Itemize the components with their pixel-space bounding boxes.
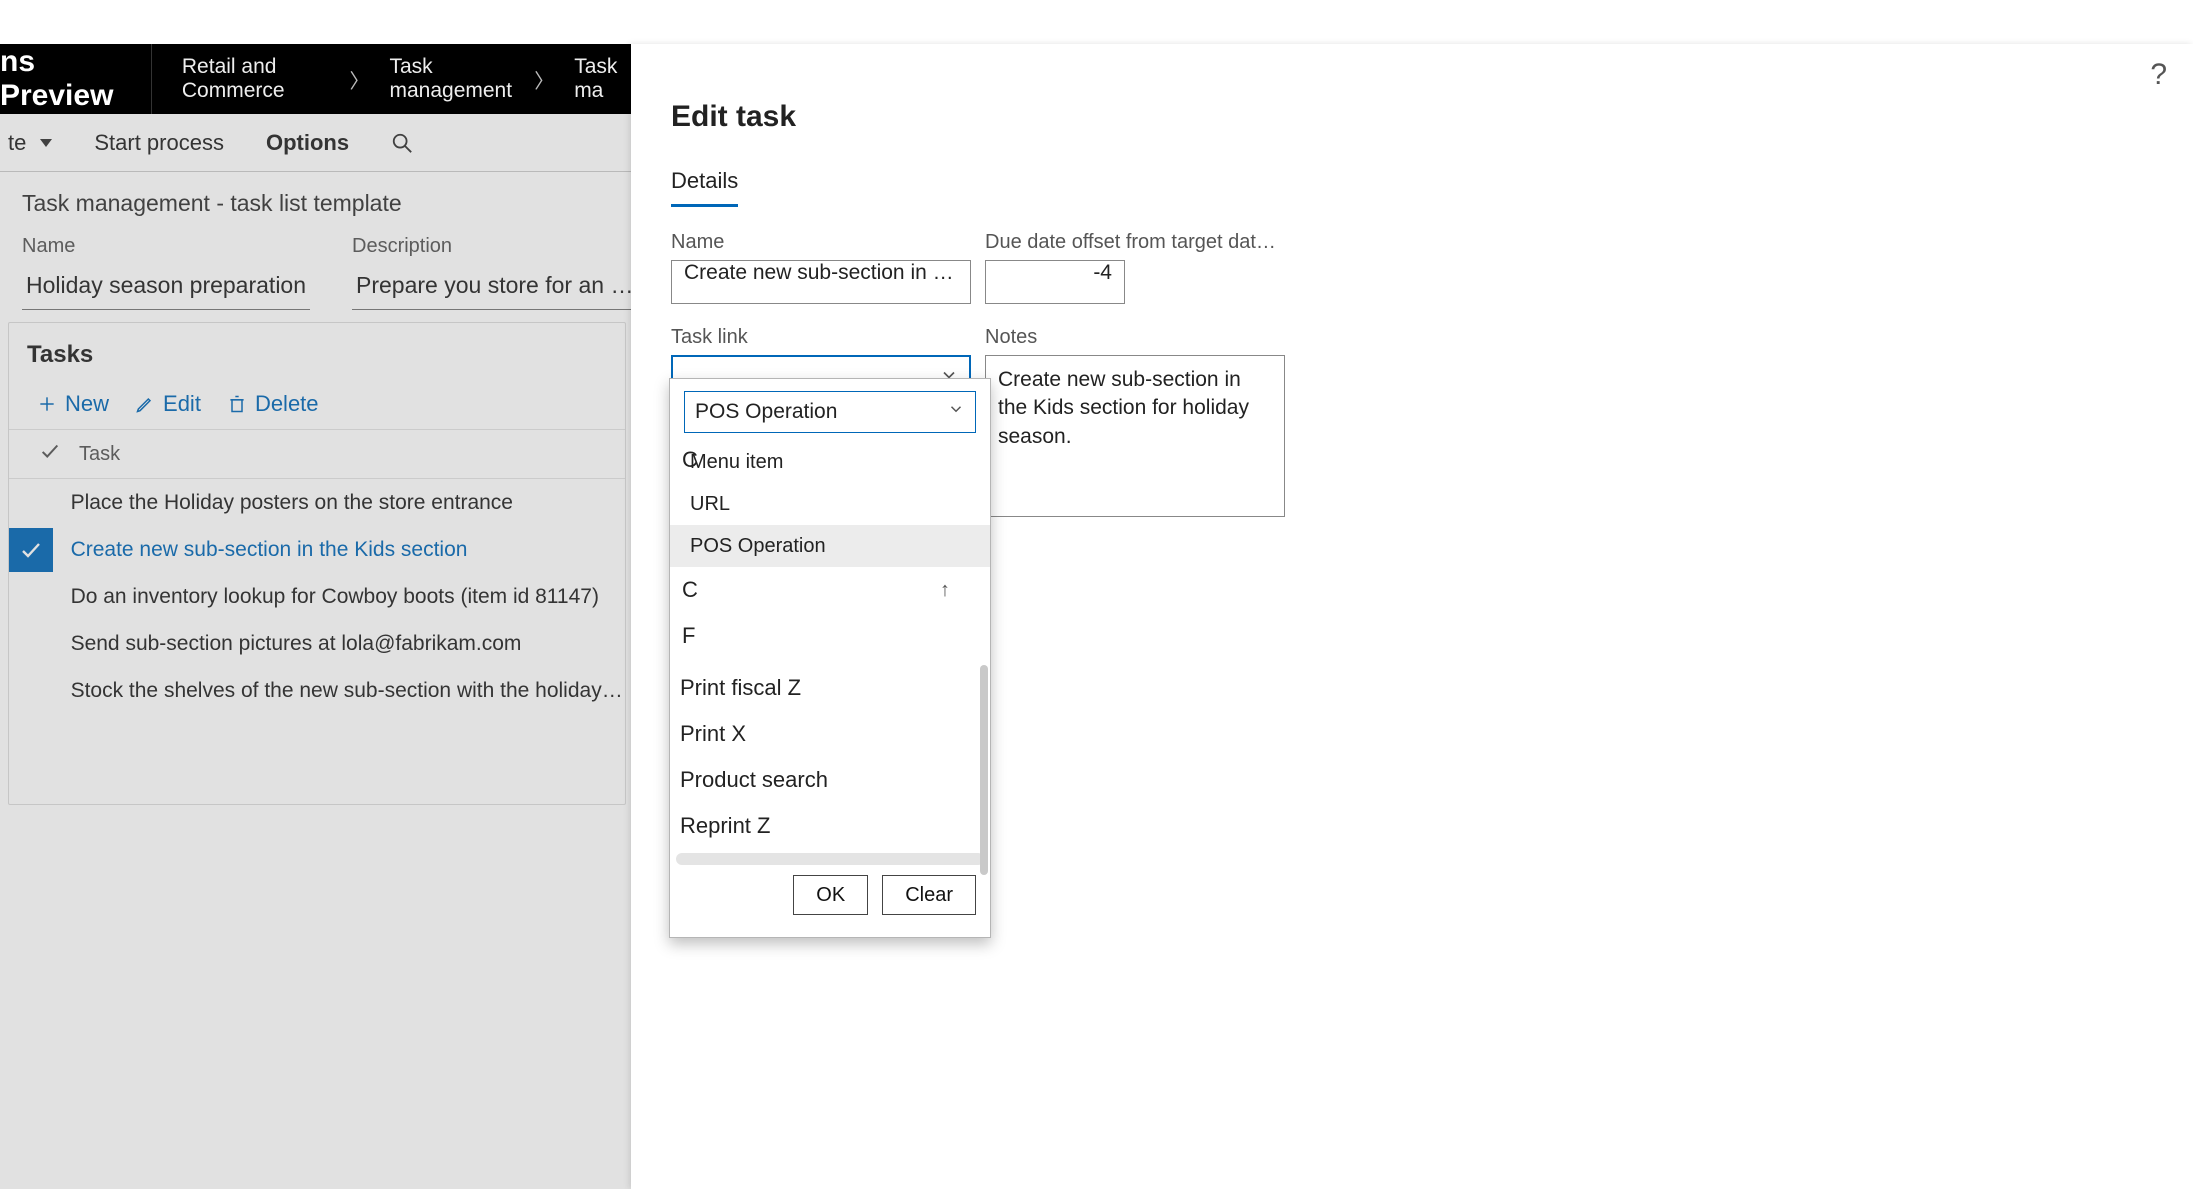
operation-option[interactable]: Reprint Z [670, 803, 990, 849]
panel-title: Edit task [671, 100, 2193, 134]
row-peek: F [682, 623, 695, 649]
options-button[interactable]: Options [258, 124, 357, 162]
link-type-option[interactable]: URL [670, 483, 990, 525]
operation-list: C F ↑ Print fiscal ZPrint XProduct searc… [670, 573, 990, 937]
search-icon[interactable] [383, 126, 421, 160]
due-offset-label: Due date offset from target date (+/- … [985, 231, 1285, 254]
clear-button[interactable]: Clear [882, 875, 976, 915]
operation-option[interactable]: Print fiscal Z [670, 665, 990, 711]
task-row[interactable]: Place the Holiday posters on the store e… [9, 479, 625, 526]
breadcrumb-item[interactable]: Task management [389, 55, 514, 103]
pencil-icon [135, 394, 155, 414]
operation-option[interactable]: Print X [670, 711, 990, 757]
tasks-card-title: Tasks [9, 323, 625, 391]
start-process-button[interactable]: Start process [86, 124, 232, 162]
help-icon[interactable]: ? [2150, 58, 2167, 92]
row-peek: C [682, 447, 698, 473]
tasks-toolbar: New Edit Delete [9, 391, 625, 429]
sort-asc-icon[interactable]: ↑ [940, 579, 950, 602]
task-text: Place the Holiday posters on the store e… [71, 491, 625, 515]
link-type-select[interactable]: POS Operation [684, 391, 976, 433]
page-header: Task management - task list template Nam… [0, 172, 631, 320]
name-label: Name [671, 231, 971, 254]
trash-icon [227, 394, 247, 414]
description-label: Description [352, 235, 642, 258]
row-selected-indicator [9, 528, 53, 572]
chevron-down-icon [947, 400, 965, 424]
link-type-option[interactable]: Menu item [670, 441, 990, 483]
tasks-card: Tasks New Edit Delete Task Place the Hol… [8, 322, 626, 805]
task-name-input[interactable]: Create new sub-section in the K… [671, 260, 971, 304]
breadcrumb: Retail and Commerce 〉 Task management 〉 … [154, 55, 631, 103]
due-offset-input[interactable]: -4 [985, 260, 1125, 304]
task-link-label: Task link [671, 326, 971, 349]
breadcrumb-item[interactable]: Task ma [574, 55, 631, 103]
task-row[interactable]: Stock the shelves of the new sub-section… [9, 667, 625, 714]
notes-textarea[interactable]: Create new sub-section in the Kids secti… [985, 355, 1285, 517]
link-type-option[interactable]: POS Operation [670, 525, 990, 567]
task-row[interactable]: Create new sub-section in the Kids secti… [9, 526, 625, 573]
tab-details[interactable]: Details [671, 168, 738, 207]
name-field[interactable]: Holiday season preparation [22, 266, 310, 310]
chevron-right-icon: 〉 [534, 65, 554, 94]
check-icon [39, 440, 61, 468]
task-text: Create new sub-section in the Kids secti… [71, 538, 625, 562]
edit-button[interactable]: Edit [135, 391, 201, 417]
task-row[interactable]: Do an inventory lookup for Cowboy boots … [9, 573, 625, 620]
link-type-value: POS Operation [695, 400, 837, 424]
action-bar: te Start process Options [0, 114, 631, 172]
task-column-label: Task [79, 443, 120, 466]
row-peek: C [682, 577, 698, 603]
task-text: Send sub-section pictures at lola@fabrik… [71, 632, 625, 656]
task-text: Do an inventory lookup for Cowboy boots … [71, 585, 625, 609]
horizontal-scrollbar[interactable] [676, 853, 984, 865]
chevron-right-icon: 〉 [349, 65, 369, 94]
description-field[interactable]: Prepare you store for an upcom… [352, 266, 642, 310]
top-nav-bar: ns Preview Retail and Commerce 〉 Task ma… [0, 44, 631, 114]
page-title: Task management - task list template [22, 190, 609, 217]
task-link-popup: POS Operation C Menu itemURLPOS Operatio… [669, 378, 991, 938]
name-label: Name [22, 235, 310, 258]
task-column-header[interactable]: Task [9, 429, 625, 479]
operation-option[interactable]: Product search [670, 757, 990, 803]
notes-label: Notes [985, 326, 1285, 349]
task-row[interactable]: Send sub-section pictures at lola@fabrik… [9, 620, 625, 667]
new-button[interactable]: New [37, 391, 109, 417]
task-text: Stock the shelves of the new sub-section… [71, 679, 625, 703]
action-item-truncated[interactable]: te [0, 124, 60, 162]
app-title-fragment: ns Preview [0, 44, 152, 114]
delete-button[interactable]: Delete [227, 391, 319, 417]
ok-button[interactable]: OK [793, 875, 868, 915]
scrollbar[interactable] [980, 665, 988, 875]
breadcrumb-item[interactable]: Retail and Commerce [182, 55, 330, 103]
plus-icon [37, 394, 57, 414]
